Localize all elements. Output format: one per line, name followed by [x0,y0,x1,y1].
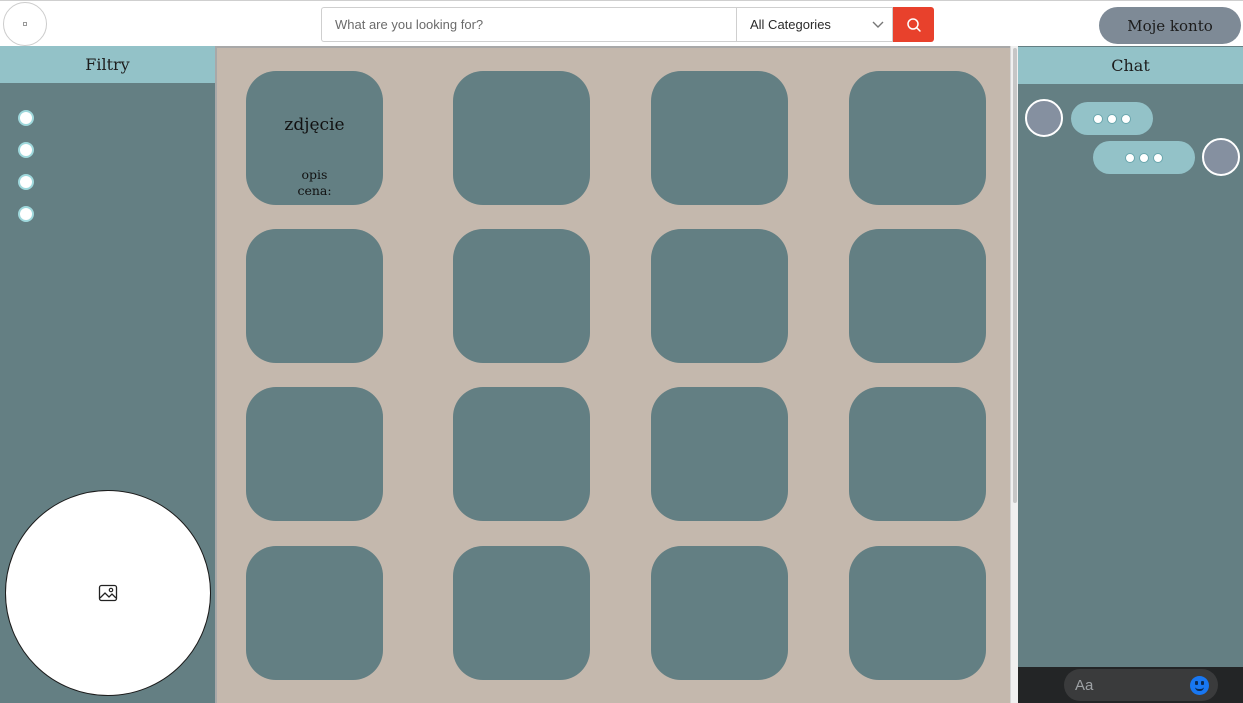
chat-composer: Aa [1018,667,1243,703]
product-tile[interactable] [453,387,590,521]
product-price-label: cena: [297,183,332,198]
product-desc-label: opis [301,167,328,182]
product-tile[interactable] [453,71,590,205]
filter-radio[interactable] [18,206,34,222]
product-tile[interactable] [849,387,986,521]
image-icon [98,584,118,602]
grid-scrollbar[interactable] [1010,46,1018,703]
filter-list [18,110,34,238]
chat-message-typing [1093,141,1195,174]
filter-radio[interactable] [18,110,34,126]
scrollbar-thumb[interactable] [1013,48,1017,503]
chat-message-typing [1071,102,1153,135]
filter-radio[interactable] [18,142,34,158]
chevron-down-icon [872,21,884,28]
account-button[interactable]: Moje konto [1099,7,1241,44]
typing-dot [1153,152,1163,163]
product-tile[interactable] [849,229,986,363]
product-tile[interactable] [246,387,383,521]
chat-title: Chat [1018,47,1243,84]
product-tile[interactable]: zdjęcie opis cena: [246,71,383,205]
product-photo-label: zdjęcie [284,115,345,135]
filters-sidebar: Filtry [0,46,215,703]
chat-avatar [1025,99,1063,137]
search-button[interactable] [893,7,934,42]
product-description: opis cena: [297,167,331,199]
typing-dot [1107,113,1117,124]
chat-input-placeholder: Aa [1075,676,1094,694]
smiley-icon[interactable] [1190,675,1209,695]
category-select[interactable]: All Categories [736,7,893,42]
search-bar: All Categories [321,7,934,42]
filter-radio[interactable] [18,174,34,190]
filters-title: Filtry [0,46,215,83]
product-tile[interactable] [849,546,986,680]
logo-mark-icon [23,22,27,26]
search-icon [906,17,921,32]
top-header: All Categories Moje konto [0,0,1243,46]
product-tile[interactable] [651,71,788,205]
logo[interactable] [3,2,47,46]
typing-dot [1093,113,1103,124]
product-tile[interactable] [849,71,986,205]
product-tile[interactable] [651,546,788,680]
chat-message-input[interactable]: Aa [1064,669,1218,701]
typing-dot [1121,113,1131,124]
product-tile[interactable] [246,546,383,680]
category-select-value: All Categories [750,17,831,32]
typing-dot [1125,152,1135,163]
profile-photo-upload[interactable] [5,490,211,696]
chat-panel: Chat Aa [1018,46,1243,703]
product-tile[interactable] [453,229,590,363]
product-tile[interactable] [453,546,590,680]
chat-avatar [1202,138,1240,176]
product-tile[interactable] [246,229,383,363]
product-grid: zdjęcie opis cena: [215,46,1010,703]
search-input[interactable] [321,7,736,42]
product-tile[interactable] [651,229,788,363]
product-tile[interactable] [651,387,788,521]
typing-dot [1139,152,1149,163]
